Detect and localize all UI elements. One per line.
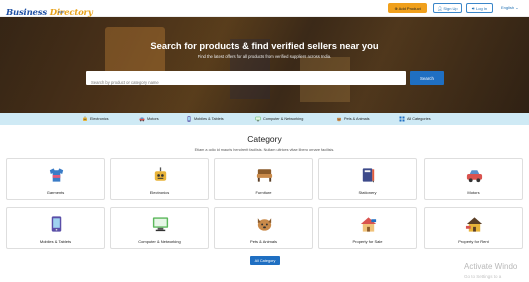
chevron-down-icon: ⌄ bbox=[515, 5, 519, 10]
category-card-label: Pets & Animals bbox=[250, 239, 277, 244]
language-selector[interactable]: English ⌄ bbox=[501, 5, 519, 10]
search-input[interactable] bbox=[86, 75, 406, 90]
car-icon bbox=[139, 117, 145, 122]
hero-title: Search for products & find verified sell… bbox=[150, 40, 379, 51]
category-card-mobiles-tablets[interactable]: Mobiles & Tablets bbox=[6, 207, 105, 249]
user-icon: 👤︎ bbox=[437, 5, 443, 11]
house-sale-icon bbox=[360, 217, 377, 232]
search-box bbox=[86, 71, 406, 90]
quick-category-label: Motors bbox=[147, 117, 159, 121]
robot-icon bbox=[83, 116, 87, 121]
pets-icon bbox=[337, 117, 341, 122]
sign-up-button[interactable]: 👤︎ Sign Up bbox=[433, 3, 462, 13]
category-card-motors[interactable]: Motors bbox=[424, 158, 523, 200]
windows-activation-watermark: Activate Windo bbox=[464, 262, 518, 271]
logo-subtext: app bbox=[58, 10, 64, 14]
login-icon: ⎆ bbox=[471, 5, 476, 11]
log-in-label: Log In bbox=[476, 5, 488, 11]
grid-icon bbox=[399, 116, 405, 122]
category-card-label: Garments bbox=[46, 190, 65, 195]
hero-banner: Search for products & find verified sell… bbox=[0, 17, 529, 113]
search-button[interactable]: Search bbox=[410, 71, 444, 85]
garments-icon bbox=[49, 168, 64, 182]
mobile-icon bbox=[187, 116, 191, 122]
category-card-label: Furniture bbox=[255, 190, 272, 195]
quick-category-electronics[interactable]: Electronics bbox=[82, 113, 109, 125]
category-card-label: Motors bbox=[467, 190, 480, 195]
category-card-label: Stationery bbox=[358, 190, 377, 195]
robot-icon bbox=[154, 167, 167, 181]
category-card-property-sale[interactable]: Property for Sale bbox=[318, 207, 417, 249]
quick-category-mobiles-tablets[interactable]: Mobiles & Tablets bbox=[186, 113, 224, 125]
add-product-label: Add Product bbox=[398, 5, 421, 11]
top-header: Business Directory app ⊕ Add Product 👤︎ … bbox=[0, 0, 529, 18]
category-card-stationery[interactable]: Stationery bbox=[318, 158, 417, 200]
add-product-button[interactable]: ⊕ Add Product bbox=[388, 3, 427, 13]
category-card-label: Property for Sale bbox=[352, 239, 383, 244]
windows-activation-watermark-sub: Go to Settings to a bbox=[464, 274, 502, 279]
category-card-label: Property for Rent bbox=[458, 239, 489, 244]
category-card-label: Mobiles & Tablets bbox=[39, 239, 72, 244]
category-card-property-rent[interactable]: Property for Rent bbox=[424, 207, 523, 249]
plus-icon: ⊕ bbox=[394, 5, 398, 11]
mobile-icon bbox=[51, 216, 62, 232]
quick-category-computer-networking[interactable]: Computer & Networking bbox=[255, 113, 303, 125]
hero-subtitle: Find the latest offers for all products … bbox=[197, 54, 332, 59]
all-category-button[interactable]: All Category bbox=[250, 256, 280, 265]
quick-category-motors[interactable]: Motors bbox=[139, 113, 159, 125]
quick-category-label: Computer & Networking bbox=[263, 117, 304, 121]
category-card-computer-networking[interactable]: Computer & Networking bbox=[110, 207, 209, 249]
log-in-button[interactable]: ⎆ Log In bbox=[466, 3, 493, 13]
quick-category-label: Pets & Animals bbox=[344, 117, 370, 121]
quick-category-label: Mobiles & Tablets bbox=[194, 117, 224, 121]
category-section-title: Category bbox=[247, 134, 282, 144]
computer-icon bbox=[255, 116, 261, 122]
computer-icon bbox=[152, 217, 169, 232]
category-card-garments[interactable]: Garments bbox=[6, 158, 105, 200]
category-card-label: Computer & Networking bbox=[138, 239, 181, 244]
furniture-icon bbox=[256, 169, 273, 182]
house-rent-icon bbox=[465, 217, 483, 232]
category-card-furniture[interactable]: Furniture bbox=[214, 158, 313, 200]
quick-category-label: Electronics bbox=[90, 117, 109, 121]
category-card-pets-animals[interactable]: Pets & Animals bbox=[214, 207, 313, 249]
category-card-label: Electronics bbox=[149, 190, 170, 195]
category-section-description: Etiam a odio id mauris hendrerit facilis… bbox=[194, 148, 335, 152]
quick-category-bar: Electronics Motors Mobiles & Tablets Com… bbox=[0, 113, 529, 125]
site-logo[interactable]: Business Directory app bbox=[6, 2, 93, 18]
language-label: English bbox=[501, 5, 515, 10]
quick-category-pets-animals[interactable]: Pets & Animals bbox=[336, 113, 370, 125]
car-icon bbox=[466, 170, 483, 183]
quick-category-all[interactable]: All Categories bbox=[399, 113, 431, 125]
category-card-electronics[interactable]: Electronics bbox=[110, 158, 209, 200]
quick-category-label: All Categories bbox=[407, 117, 431, 121]
sign-up-label: Sign Up bbox=[443, 5, 458, 11]
stationery-icon bbox=[362, 168, 375, 183]
pets-icon bbox=[257, 218, 272, 231]
